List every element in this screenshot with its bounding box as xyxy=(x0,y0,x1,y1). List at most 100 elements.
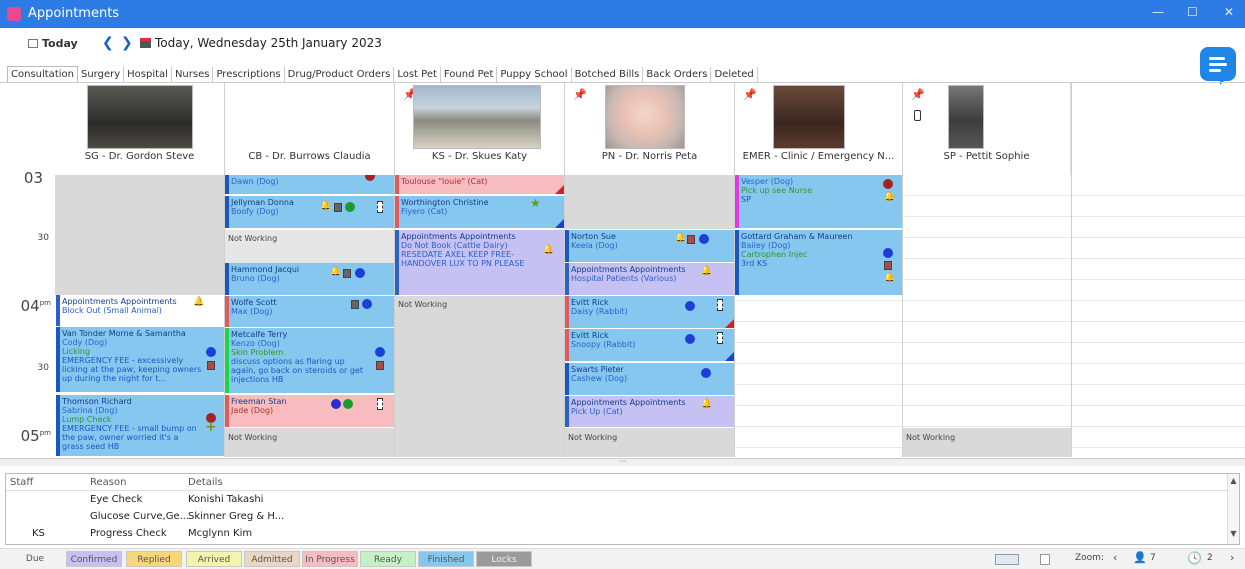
tab-consultation[interactable]: Consultation xyxy=(7,66,78,83)
date-picker[interactable]: Today, Wednesday 25th January 2023 xyxy=(140,36,382,50)
appointment-jellyman[interactable]: Jellyman Donna Boofy (Dog) 🔔 xyxy=(225,196,394,229)
appointment-evitt-daisy[interactable]: Evitt Rick Daisy (Rabbit) xyxy=(565,296,734,329)
status-stripe xyxy=(225,395,229,427)
appt-patient: Bruno (Dog) xyxy=(231,274,280,283)
zoom-out-button[interactable]: ‹ xyxy=(1113,551,1117,564)
status-stripe xyxy=(395,175,399,194)
pin-icon[interactable]: 📌 xyxy=(573,88,587,101)
appointment-do-not-book[interactable]: Appointments Appointments Do Not Book (C… xyxy=(395,230,564,296)
column-header-pn[interactable]: 📌 PN - Dr. Norris Peta xyxy=(565,83,735,175)
appointment-vesper[interactable]: Vesper (Dog) Pick up see Nurse SP 🔔 xyxy=(735,175,903,229)
next-day-button[interactable]: ❯ xyxy=(121,35,133,51)
column-header-ks[interactable]: 📌 KS - Dr. Skues Katy xyxy=(395,83,565,175)
header-reason[interactable]: Reason xyxy=(90,477,126,488)
status-stripe xyxy=(565,263,569,295)
hourglass-icon xyxy=(377,398,383,410)
smiley-icon xyxy=(331,399,341,409)
appt-notes: EMERGENCY FEE - small bump on the paw, o… xyxy=(62,424,197,451)
minimize-button[interactable]: — xyxy=(1152,5,1164,19)
staff-name: PN - Dr. Norris Peta xyxy=(601,151,698,162)
tab-bar: Consultation Surgery Hospital Nurses Prescri… xyxy=(7,66,758,83)
prev-day-button[interactable]: ❮ xyxy=(102,35,114,51)
appointment-hospital-patients[interactable]: Appointments Appointments Hospital Patie… xyxy=(565,263,734,296)
chat-icon[interactable] xyxy=(1200,47,1236,85)
appointment-dawn[interactable]: Dawn (Dog) xyxy=(225,175,394,195)
staff-photo xyxy=(948,85,984,149)
staff-photo xyxy=(413,85,541,149)
appointment-worthington[interactable]: Worthington Christine Fiyero (Cat) ★ xyxy=(395,196,564,229)
status-stripe xyxy=(565,329,569,361)
tab-nurses[interactable]: Nurses xyxy=(172,67,214,83)
staff-name: SP - Pettit Sophie xyxy=(943,151,1030,162)
appt-client: Gottard Graham & Maureen xyxy=(741,232,853,241)
today-button[interactable]: Today xyxy=(28,37,78,50)
pin-icon[interactable]: 📌 xyxy=(743,88,757,101)
legend-due: Due xyxy=(25,554,45,564)
window-title: Appointments xyxy=(28,6,120,21)
status-stripe xyxy=(395,230,399,295)
tab-prescriptions[interactable]: Prescriptions xyxy=(213,67,285,83)
tab-deleted[interactable]: Deleted xyxy=(711,67,758,83)
status-stripe xyxy=(565,363,569,395)
row-reason[interactable]: Progress Check xyxy=(90,528,167,539)
staff-name: SG - Dr. Gordon Steve xyxy=(84,151,195,162)
appt-client: Thomson Richard xyxy=(62,397,132,406)
tab-drug-product-orders[interactable]: Drug/Product Orders xyxy=(285,67,395,83)
today-label: Today xyxy=(42,37,78,50)
appointment-evitt-snoopy[interactable]: Evitt Rick Snoopy (Rabbit) xyxy=(565,329,734,362)
appointment-gottard[interactable]: Gottard Graham & Maureen Bailey (Dog) Ca… xyxy=(735,230,903,296)
row-details[interactable]: Mcglynn Kim xyxy=(188,528,252,539)
row-reason[interactable]: Glucose Curve,Ge... xyxy=(90,511,189,522)
appointment-block-out[interactable]: Appointments Appointments Block Out (Sma… xyxy=(56,295,224,327)
status-stripe xyxy=(56,295,60,326)
column-header-emer[interactable]: 📌 EMER - Clinic / Emergency N... xyxy=(735,83,903,175)
hourglass-icon xyxy=(717,332,723,344)
tab-surgery[interactable]: Surgery xyxy=(78,67,125,83)
column-header-sg[interactable]: SG - Dr. Gordon Steve xyxy=(55,83,225,175)
tab-lost-pet[interactable]: Lost Pet xyxy=(394,67,441,83)
maximize-button[interactable]: ☐ xyxy=(1187,5,1198,19)
staff-name: KS - Dr. Skues Katy xyxy=(431,151,528,162)
time-05-hour: 05 xyxy=(20,427,40,445)
time-04-pm: pm xyxy=(39,299,51,307)
header-staff[interactable]: Staff xyxy=(10,477,33,488)
scroll-up-icon[interactable]: ▲ xyxy=(1228,476,1239,485)
appointment-toulouse[interactable]: Toulouse "louie" (Cat) xyxy=(395,175,564,195)
panel-splitter[interactable]: ··· xyxy=(0,458,1245,466)
tab-found-pet[interactable]: Found Pet xyxy=(441,67,498,83)
appointment-freeman[interactable]: Freeman Stan Jade (Dog) xyxy=(225,395,394,428)
scroll-down-icon[interactable]: ▼ xyxy=(1228,529,1239,538)
row-details[interactable]: Skinner Greg & H... xyxy=(188,511,284,522)
view-mode-narrow-icon[interactable] xyxy=(1040,554,1050,565)
column-header-cb[interactable]: CB - Dr. Burrows Claudia xyxy=(225,83,395,175)
not-working-label: Not Working xyxy=(906,433,956,442)
blue-status-dot xyxy=(685,301,695,311)
view-mode-wide-icon[interactable] xyxy=(995,554,1019,565)
appointment-thomson[interactable]: Thomson Richard Sabrina (Dog) Lump Check… xyxy=(56,395,224,457)
vertical-scrollbar[interactable]: ▲ ▼ xyxy=(1227,474,1239,544)
appointment-swarts[interactable]: Swarts Pieter Cashew (Dog) xyxy=(565,363,734,396)
tab-puppy-school[interactable]: Puppy School xyxy=(497,67,572,83)
clock-icon[interactable]: 🕓 xyxy=(1187,551,1202,565)
row-reason[interactable]: Eye Check xyxy=(90,494,142,505)
close-button[interactable]: ✕ xyxy=(1224,5,1234,19)
header-details[interactable]: Details xyxy=(188,477,223,488)
appointment-norton[interactable]: Norton Sue Keela (Dog) 🔔 xyxy=(565,230,734,263)
appointment-hammond[interactable]: Hammond Jacqui Bruno (Dog) 🔔 xyxy=(225,263,394,296)
pin-icon[interactable]: 📌 xyxy=(911,88,925,101)
row-details[interactable]: Konishi Takashi xyxy=(188,494,263,505)
blue-status-dot xyxy=(206,347,216,357)
tab-back-orders[interactable]: Back Orders xyxy=(643,67,712,83)
today-icon xyxy=(28,39,38,48)
column-divider xyxy=(394,83,395,457)
appointment-pick-up[interactable]: Appointments Appointments Pick Up (Cat) … xyxy=(565,396,734,428)
appointment-van-tonder[interactable]: Van Tonder Morne & Samantha Cody (Dog) L… xyxy=(56,327,224,393)
appointment-wolfe[interactable]: Wolfe Scott Max (Dog) xyxy=(225,296,394,328)
appt-reason: Cartrophen Injec xyxy=(741,250,808,259)
next-button[interactable]: › xyxy=(1230,551,1234,564)
tab-botched-bills[interactable]: Botched Bills xyxy=(572,67,644,83)
appt-client: Freeman Stan xyxy=(231,397,287,406)
column-header-sp[interactable]: 📌 SP - Pettit Sophie xyxy=(903,83,1071,175)
appointment-metcalfe[interactable]: Metcalfe Terry Kenzo (Dog) Skin Problem … xyxy=(225,328,394,394)
tab-hospital[interactable]: Hospital xyxy=(124,67,172,83)
